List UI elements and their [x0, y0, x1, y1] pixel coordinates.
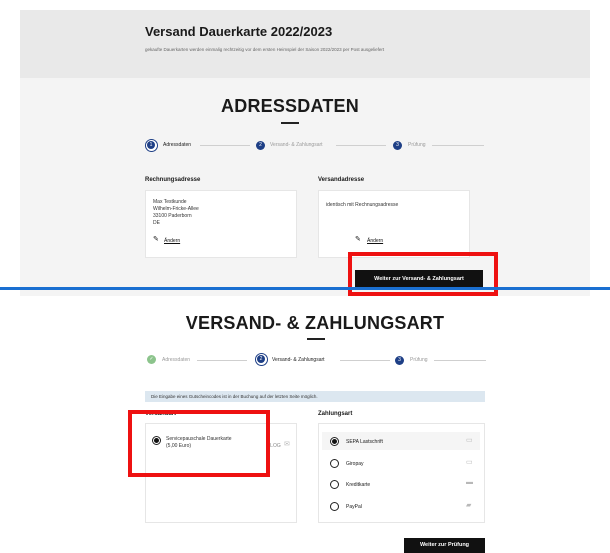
section-title-shipping-payment: VERSAND- & ZAHLUNGSART — [185, 313, 445, 333]
payment-label-giropay: Giropay — [346, 461, 364, 467]
title-underline — [281, 122, 299, 124]
step-connector — [200, 145, 250, 146]
paypal-icon: ▰ — [466, 502, 472, 509]
page-subtitle: gekaufte Dauerkarten werden einmalig rec… — [145, 47, 385, 52]
billing-heading: Rechnungsadresse — [145, 177, 201, 183]
step-connector — [197, 360, 247, 361]
edit-billing-link[interactable]: Ändern — [164, 238, 180, 244]
payment-radio-sepa[interactable] — [330, 437, 339, 446]
shipping-heading: Versandadresse — [318, 177, 365, 183]
envelope-icon: ✉ — [284, 441, 290, 448]
step-1-indicator-active: 1 — [145, 139, 158, 152]
step-3-indicator: 3 — [393, 141, 402, 150]
shipping-address-card — [318, 190, 470, 258]
shipping-line: identisch mit Rechnungsadresse — [326, 202, 399, 208]
billing-line-name: Max Testkunde — [153, 199, 187, 205]
step-2-label: Versand- & Zahlungsart — [270, 142, 323, 148]
step-1-done-indicator: ✓ — [147, 355, 156, 364]
giropay-icon: ▭ — [466, 459, 473, 466]
voucher-notice: Die Eingabe eines Gutscheincodes ist in … — [145, 391, 485, 402]
billing-line-city: 33100 Paderborn — [153, 213, 192, 219]
step-connector — [336, 145, 386, 146]
billing-line-street: Wilhelm-Fricke-Allee — [153, 206, 199, 212]
payment-label-sepa: SEPA Lastschrift — [346, 439, 383, 445]
payment-label-creditcard: Kreditkarte — [346, 482, 371, 488]
step-3-label: Prüfung — [410, 357, 428, 363]
sepa-icon: ▭ — [466, 437, 473, 444]
check-icon: ✓ — [149, 356, 154, 362]
step-connector — [434, 360, 486, 361]
step-2-label: Versand- & Zahlungsart — [272, 357, 325, 363]
edit-icon[interactable]: ✎ — [355, 235, 361, 243]
step-2-indicator-active: 2 — [255, 353, 268, 366]
step-connector — [432, 145, 484, 146]
page-header — [20, 10, 590, 78]
page-title: Versand Dauerkarte 2022/2023 — [145, 24, 333, 39]
payment-radio-creditcard[interactable] — [330, 480, 339, 489]
billing-line-country: DE — [153, 220, 160, 226]
credit-card-icon: ▬ — [466, 479, 473, 486]
step-3-label: Prüfung — [408, 142, 426, 148]
step-connector — [340, 360, 390, 361]
payment-label-paypal: PayPal — [346, 504, 362, 510]
edit-shipping-link[interactable]: Ändern — [367, 238, 383, 244]
payment-method-heading: Zahlungsart — [318, 411, 353, 417]
title-underline — [307, 338, 325, 340]
section-divider — [0, 287, 610, 290]
step-2-indicator: 2 — [256, 141, 265, 150]
step-3-indicator: 3 — [395, 356, 404, 365]
section-title-address: ADRESSDATEN — [221, 96, 359, 116]
highlight-box — [128, 410, 270, 477]
next-to-review-button[interactable]: Weiter zur Prüfung — [404, 538, 485, 553]
edit-icon[interactable]: ✎ — [153, 235, 159, 243]
payment-radio-giropay[interactable] — [330, 459, 339, 468]
payment-radio-paypal[interactable] — [330, 502, 339, 511]
step-1-label: Adressdaten — [162, 357, 191, 363]
step-1-label: Adressdaten — [163, 142, 192, 148]
